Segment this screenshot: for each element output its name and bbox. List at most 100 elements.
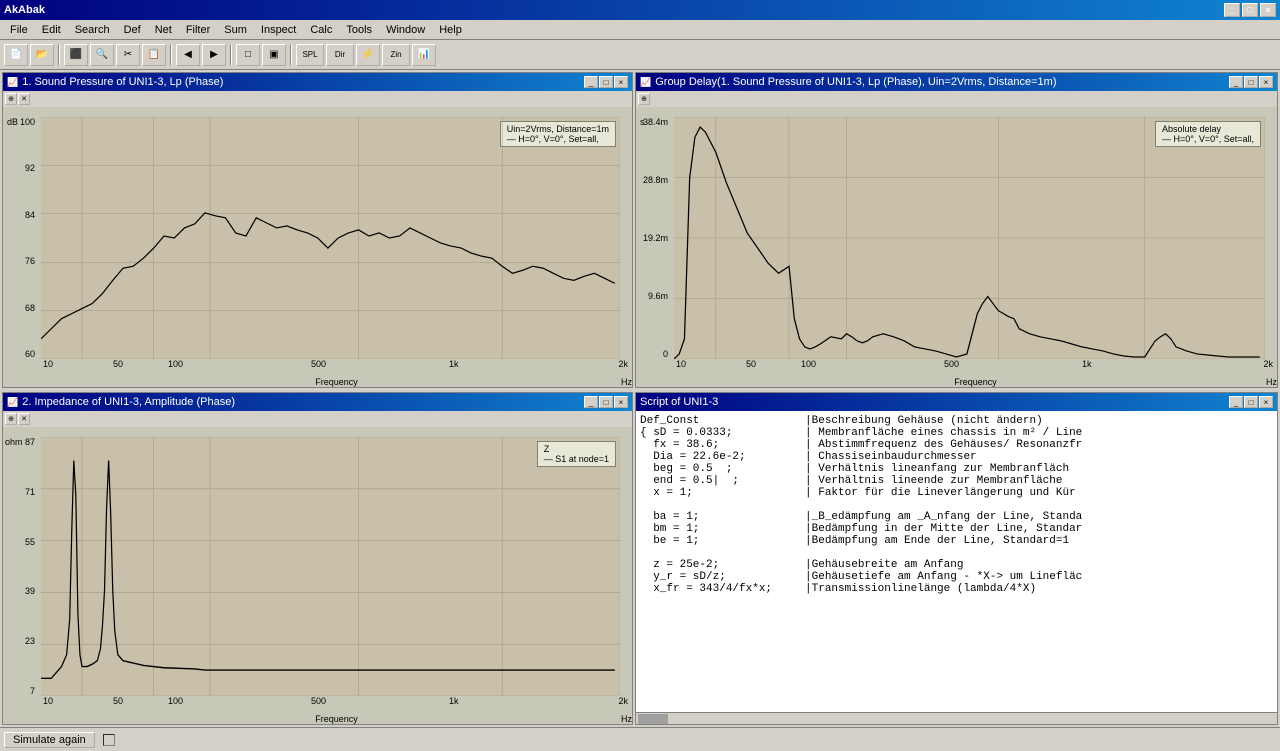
group-delay-panel: 📈 Group Delay(1. Sound Pressure of UNI1-…: [635, 72, 1278, 388]
toolbar-spl[interactable]: SPL: [296, 44, 324, 66]
simulate-again-btn[interactable]: Simulate again: [4, 732, 95, 748]
toolbar-new[interactable]: 📄: [4, 44, 28, 66]
sound-pressure-icon: 📈: [7, 77, 18, 88]
toolbar-sep1: [58, 45, 60, 65]
sound-pressure-controls: _ □ ×: [584, 76, 628, 88]
toolbar-btn11[interactable]: ⚡: [356, 44, 380, 66]
sound-pressure-title: 1. Sound Pressure of UNI1-3, Lp (Phase): [22, 76, 223, 88]
script-scrollbar-h[interactable]: [636, 712, 1277, 724]
sp-small-bar: ⊕ ✕: [3, 91, 632, 107]
menu-search[interactable]: Search: [69, 23, 116, 37]
gd-maximize[interactable]: □: [1244, 76, 1258, 88]
menu-def[interactable]: Def: [118, 23, 147, 37]
toolbar-sep3: [230, 45, 232, 65]
imp-y-axis: 87 71 55 39 23 7: [3, 437, 39, 696]
toolbar-sep2: [170, 45, 172, 65]
menu-sum[interactable]: Sum: [218, 23, 253, 37]
toolbar-open[interactable]: 📂: [30, 44, 54, 66]
gd-minimize[interactable]: _: [1229, 76, 1243, 88]
imp-small-bar: ⊕ ✕: [3, 411, 632, 427]
sp-fit[interactable]: ✕: [18, 93, 30, 105]
gd-icon: 📈: [640, 77, 651, 88]
close-btn[interactable]: ×: [1260, 3, 1276, 17]
toolbar-btn7[interactable]: ◀: [176, 44, 200, 66]
scrollbar-thumb[interactable]: [638, 714, 668, 724]
toolbar-btn6[interactable]: 📋: [142, 44, 166, 66]
toolbar-btn10[interactable]: ▣: [262, 44, 286, 66]
imp-zoom[interactable]: ⊕: [5, 413, 17, 425]
script-panel: Script of UNI1-3 _ □ × Def_Const |Beschr…: [635, 392, 1278, 725]
gd-y-axis: 38.4m 28.8m 19.2m 9.6m 0: [636, 117, 672, 359]
sp-chart-svg: [41, 117, 620, 359]
menu-file[interactable]: File: [4, 23, 34, 37]
gd-titlebar: 📈 Group Delay(1. Sound Pressure of UNI1-…: [636, 73, 1277, 91]
status-bar: Simulate again: [0, 727, 1280, 751]
imp-y-label: ohm: [5, 437, 23, 447]
imp-icon: 📈: [7, 397, 18, 408]
impedance-panel: 📈 2. Impedance of UNI1-3, Amplitude (Pha…: [2, 392, 633, 725]
toolbar-btn12[interactable]: 📊: [412, 44, 436, 66]
imp-maximize[interactable]: □: [599, 396, 613, 408]
menu-filter[interactable]: Filter: [180, 23, 216, 37]
gd-zoom[interactable]: ⊕: [638, 93, 650, 105]
imp-controls: _ □ ×: [584, 396, 628, 408]
sp-maximize[interactable]: □: [599, 76, 613, 88]
toolbar-btn9[interactable]: □: [236, 44, 260, 66]
sound-pressure-panel: 📈 1. Sound Pressure of UNI1-3, Lp (Phase…: [2, 72, 633, 388]
imp-chart-inner: Z — S1 at node=1: [41, 437, 620, 696]
toolbar-btn8[interactable]: ▶: [202, 44, 226, 66]
script-titlebar: Script of UNI1-3 _ □ ×: [636, 393, 1277, 411]
gd-title: Group Delay(1. Sound Pressure of UNI1-3,…: [655, 76, 1056, 88]
toolbar-zin[interactable]: Zin: [382, 44, 410, 66]
imp-x-axis: 10 50 100 500 1k 2k Frequency Hz: [41, 696, 632, 724]
status-led: [103, 734, 115, 746]
gd-chart-inner: Absolute delay — H=0°, V=0°, Set=all,: [674, 117, 1265, 359]
menu-edit[interactable]: Edit: [36, 23, 67, 37]
title-bar-controls: _ □ ×: [1224, 3, 1276, 17]
imp-title: 2. Impedance of UNI1-3, Amplitude (Phase…: [22, 396, 235, 408]
gd-y-label: s: [640, 117, 645, 127]
sp-close[interactable]: ×: [614, 76, 628, 88]
sound-pressure-titlebar: 📈 1. Sound Pressure of UNI1-3, Lp (Phase…: [3, 73, 632, 91]
toolbar-btn5[interactable]: ✂: [116, 44, 140, 66]
app-title: AkAbak: [4, 4, 45, 16]
script-minimize[interactable]: _: [1229, 396, 1243, 408]
menu-bar: File Edit Search Def Net Filter Sum Insp…: [0, 20, 1280, 40]
sp-zoom[interactable]: ⊕: [5, 93, 17, 105]
imp-titlebar: 📈 2. Impedance of UNI1-3, Amplitude (Pha…: [3, 393, 632, 411]
minimize-btn[interactable]: _: [1224, 3, 1240, 17]
imp-fit[interactable]: ✕: [18, 413, 30, 425]
sp-y-label: dB: [7, 117, 18, 127]
main-area: 📈 1. Sound Pressure of UNI1-3, Lp (Phase…: [0, 70, 1280, 727]
menu-window[interactable]: Window: [380, 23, 431, 37]
toolbar-dir[interactable]: Dir: [326, 44, 354, 66]
imp-chart: 87 71 55 39 23 7 ohm Z — S1 at node=1: [3, 427, 632, 724]
sp-y-axis: 100 92 84 76 68 60: [3, 117, 39, 359]
title-bar: AkAbak _ □ ×: [0, 0, 1280, 20]
menu-calc[interactable]: Calc: [304, 23, 338, 37]
menu-inspect[interactable]: Inspect: [255, 23, 302, 37]
imp-close[interactable]: ×: [614, 396, 628, 408]
sound-pressure-chart: 100 92 84 76 68 60 dB Uin=2Vrms, Distanc…: [3, 107, 632, 387]
toolbar-sep4: [290, 45, 292, 65]
menu-help[interactable]: Help: [433, 23, 468, 37]
gd-small-bar: ⊕: [636, 91, 1277, 107]
imp-minimize[interactable]: _: [584, 396, 598, 408]
gd-close[interactable]: ×: [1259, 76, 1273, 88]
menu-tools[interactable]: Tools: [340, 23, 378, 37]
gd-controls: _ □ ×: [1229, 76, 1273, 88]
script-editor[interactable]: Def_Const |Beschreibung Gehäuse (nicht ä…: [636, 411, 1277, 712]
script-maximize[interactable]: □: [1244, 396, 1258, 408]
gd-chart: 38.4m 28.8m 19.2m 9.6m 0 s Absolute dela…: [636, 107, 1277, 387]
toolbar-btn3[interactable]: ⬛: [64, 44, 88, 66]
maximize-btn[interactable]: □: [1242, 3, 1258, 17]
menu-net[interactable]: Net: [149, 23, 178, 37]
sp-minimize[interactable]: _: [584, 76, 598, 88]
script-title: Script of UNI1-3: [640, 396, 718, 408]
imp-chart-svg: [41, 437, 620, 696]
script-controls: _ □ ×: [1229, 396, 1273, 408]
toolbar: 📄 📂 ⬛ 🔍 ✂ 📋 ◀ ▶ □ ▣ SPL Dir ⚡ Zin 📊: [0, 40, 1280, 70]
script-close[interactable]: ×: [1259, 396, 1273, 408]
toolbar-btn4[interactable]: 🔍: [90, 44, 114, 66]
gd-chart-svg: [674, 117, 1265, 359]
